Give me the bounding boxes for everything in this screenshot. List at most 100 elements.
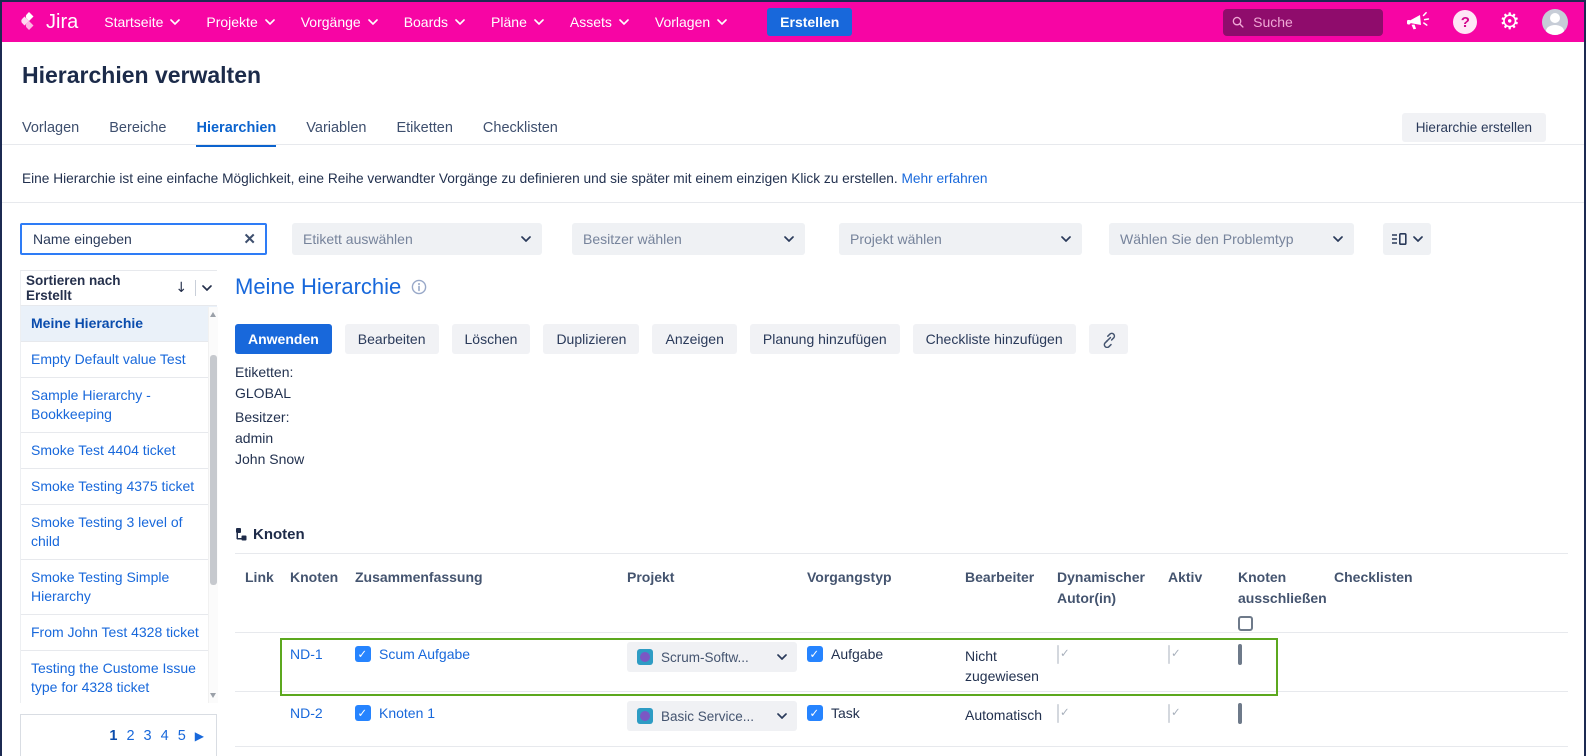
tab-checklisten[interactable]: Checklisten bbox=[483, 120, 558, 147]
add-checklist-button[interactable]: Checkliste hinzufügen bbox=[913, 324, 1076, 354]
help-icon[interactable]: ? bbox=[1453, 10, 1477, 34]
create-hierarchy-button[interactable]: Hierarchie erstellen bbox=[1402, 113, 1546, 142]
scroll-up-icon[interactable] bbox=[210, 312, 216, 317]
edit-button[interactable]: Bearbeiten bbox=[345, 324, 439, 354]
gear-icon[interactable]: ⚙ bbox=[1499, 11, 1520, 34]
tab-variablen[interactable]: Variablen bbox=[306, 120, 366, 147]
issuetype-filter-select[interactable]: Wählen Sie den Problemtyp bbox=[1109, 223, 1354, 255]
nodes-section-header: Knoten bbox=[235, 526, 305, 543]
label-filter-select[interactable]: Etikett auswählen bbox=[292, 223, 542, 255]
megaphone-icon[interactable] bbox=[1405, 10, 1431, 34]
next-page-icon[interactable]: ▶ bbox=[195, 729, 204, 743]
app-window: Jira Startseite Projekte Vorgänge Boards… bbox=[0, 0, 1586, 756]
hierarchy-title-row: Meine Hierarchie bbox=[235, 274, 427, 300]
section-divider bbox=[2, 202, 1584, 203]
list-item[interactable]: Smoke Testing 4375 ticket bbox=[21, 469, 217, 505]
exclude-checkbox[interactable] bbox=[1238, 644, 1242, 665]
nav-item-plaene[interactable]: Pläne bbox=[491, 14, 544, 30]
nav-item-assets[interactable]: Assets bbox=[570, 14, 629, 30]
add-planning-button[interactable]: Planung hinzufügen bbox=[750, 324, 900, 354]
page-2[interactable]: 2 bbox=[126, 728, 134, 744]
jira-logo[interactable]: Jira bbox=[18, 11, 78, 34]
owner-value: John Snow bbox=[235, 449, 304, 470]
node-key[interactable]: ND-1 bbox=[290, 633, 355, 691]
search-input[interactable] bbox=[1251, 13, 1374, 31]
assignee-cell: Nicht zugewiesen bbox=[965, 633, 1057, 691]
clear-icon[interactable]: ✕ bbox=[243, 230, 256, 248]
chevron-down-icon bbox=[784, 236, 794, 242]
page-1[interactable]: 1 bbox=[109, 728, 117, 744]
list-item[interactable]: From John Test 4328 ticket bbox=[21, 615, 217, 651]
list-item[interactable]: Meine Hierarchie bbox=[21, 306, 217, 342]
page-title: Hierarchien verwalten bbox=[22, 62, 261, 89]
owner-filter-select[interactable]: Besitzer wählen bbox=[572, 223, 805, 255]
col-knoten-ausschliessen: Knoten ausschließen bbox=[1238, 562, 1334, 632]
name-filter-input[interactable] bbox=[31, 230, 243, 248]
project-filter-select[interactable]: Projekt wählen bbox=[839, 223, 1082, 255]
tab-bereiche[interactable]: Bereiche bbox=[109, 120, 166, 147]
table-row: ND-1 Scum Aufgabe Scrum-Softw... Aufgabe… bbox=[235, 633, 1568, 692]
create-button[interactable]: Erstellen bbox=[767, 8, 852, 36]
checklist-cell bbox=[1334, 633, 1568, 691]
project-select[interactable]: Scrum-Softw... bbox=[627, 642, 797, 672]
exclude-checkbox[interactable] bbox=[1238, 703, 1242, 724]
copy-link-button[interactable] bbox=[1089, 324, 1128, 354]
chevron-down-icon bbox=[368, 19, 378, 25]
sort-direction-icon[interactable]: ↓ bbox=[175, 280, 187, 296]
user-avatar[interactable] bbox=[1542, 9, 1568, 35]
show-button[interactable]: Anzeigen bbox=[652, 324, 736, 354]
list-item[interactable]: Sample Hierarchy - Bookkeeping bbox=[21, 378, 217, 433]
nav-item-projekte[interactable]: Projekte bbox=[206, 14, 274, 30]
global-search[interactable] bbox=[1223, 9, 1383, 36]
summary-checkbox-checked[interactable] bbox=[355, 646, 371, 662]
labels-heading: Etiketten: bbox=[235, 362, 304, 383]
chevron-down-icon bbox=[1061, 236, 1071, 242]
page-4[interactable]: 4 bbox=[161, 728, 169, 744]
page-5[interactable]: 5 bbox=[178, 728, 186, 744]
col-projekt: Projekt bbox=[627, 562, 807, 632]
issuetype-checkbox-checked[interactable] bbox=[807, 646, 823, 662]
chevron-down-icon bbox=[534, 19, 544, 25]
view-options-button[interactable] bbox=[1383, 223, 1431, 255]
apply-button[interactable]: Anwenden bbox=[235, 324, 332, 354]
summary-link[interactable]: Scum Aufgabe bbox=[379, 646, 470, 662]
nav-item-startseite[interactable]: Startseite bbox=[104, 14, 180, 30]
list-item[interactable]: Empty Default value Test bbox=[21, 342, 217, 378]
tab-etiketten[interactable]: Etiketten bbox=[396, 120, 452, 147]
active-checkbox-disabled bbox=[1168, 704, 1170, 723]
issuetype-checkbox-checked[interactable] bbox=[807, 705, 823, 721]
scroll-down-icon[interactable] bbox=[210, 693, 216, 698]
issuetype-cell: Aufgabe bbox=[807, 633, 965, 691]
chevron-down-icon bbox=[521, 236, 531, 242]
layout-icon bbox=[1391, 232, 1407, 246]
link-cell bbox=[245, 633, 290, 691]
page-3[interactable]: 3 bbox=[144, 728, 152, 744]
chevron-down-icon bbox=[717, 19, 727, 25]
tab-hierarchien[interactable]: Hierarchien bbox=[196, 120, 276, 147]
summary-checkbox-checked[interactable] bbox=[355, 705, 371, 721]
chevron-down-icon bbox=[619, 19, 629, 25]
list-item[interactable]: Smoke Testing Simple Hierarchy bbox=[21, 560, 217, 615]
summary-link[interactable]: Knoten 1 bbox=[379, 705, 435, 721]
tab-vorlagen[interactable]: Vorlagen bbox=[22, 120, 79, 147]
chevron-down-icon bbox=[777, 713, 787, 719]
nav-item-vorgaenge[interactable]: Vorgänge bbox=[301, 14, 378, 30]
nav-item-vorlagen[interactable]: Vorlagen bbox=[655, 14, 727, 30]
project-select[interactable]: Basic Service... bbox=[627, 701, 797, 731]
list-scrollbar[interactable] bbox=[208, 307, 218, 703]
nav-item-boards[interactable]: Boards bbox=[404, 14, 465, 30]
scrollbar-thumb[interactable] bbox=[210, 355, 217, 585]
delete-button[interactable]: Löschen bbox=[452, 324, 531, 354]
info-icon[interactable] bbox=[411, 279, 427, 295]
sort-control[interactable]: Sortieren nach Erstellt ↓ bbox=[20, 270, 217, 306]
duplicate-button[interactable]: Duplizieren bbox=[543, 324, 639, 354]
list-item[interactable]: Smoke Testing 3 level of child bbox=[21, 505, 217, 560]
exclude-all-checkbox[interactable] bbox=[1238, 616, 1253, 631]
hierarchy-list: Meine Hierarchie Empty Default value Tes… bbox=[20, 306, 217, 703]
list-item[interactable]: Smoke Test 4404 ticket bbox=[21, 433, 217, 469]
chevron-down-icon[interactable] bbox=[202, 285, 212, 291]
learn-more-link[interactable]: Mehr erfahren bbox=[902, 171, 988, 186]
list-item[interactable]: Testing the Custome Issue type for 4328 … bbox=[21, 651, 217, 703]
owner-heading: Besitzer: bbox=[235, 407, 304, 428]
node-key[interactable]: ND-2 bbox=[290, 692, 355, 746]
